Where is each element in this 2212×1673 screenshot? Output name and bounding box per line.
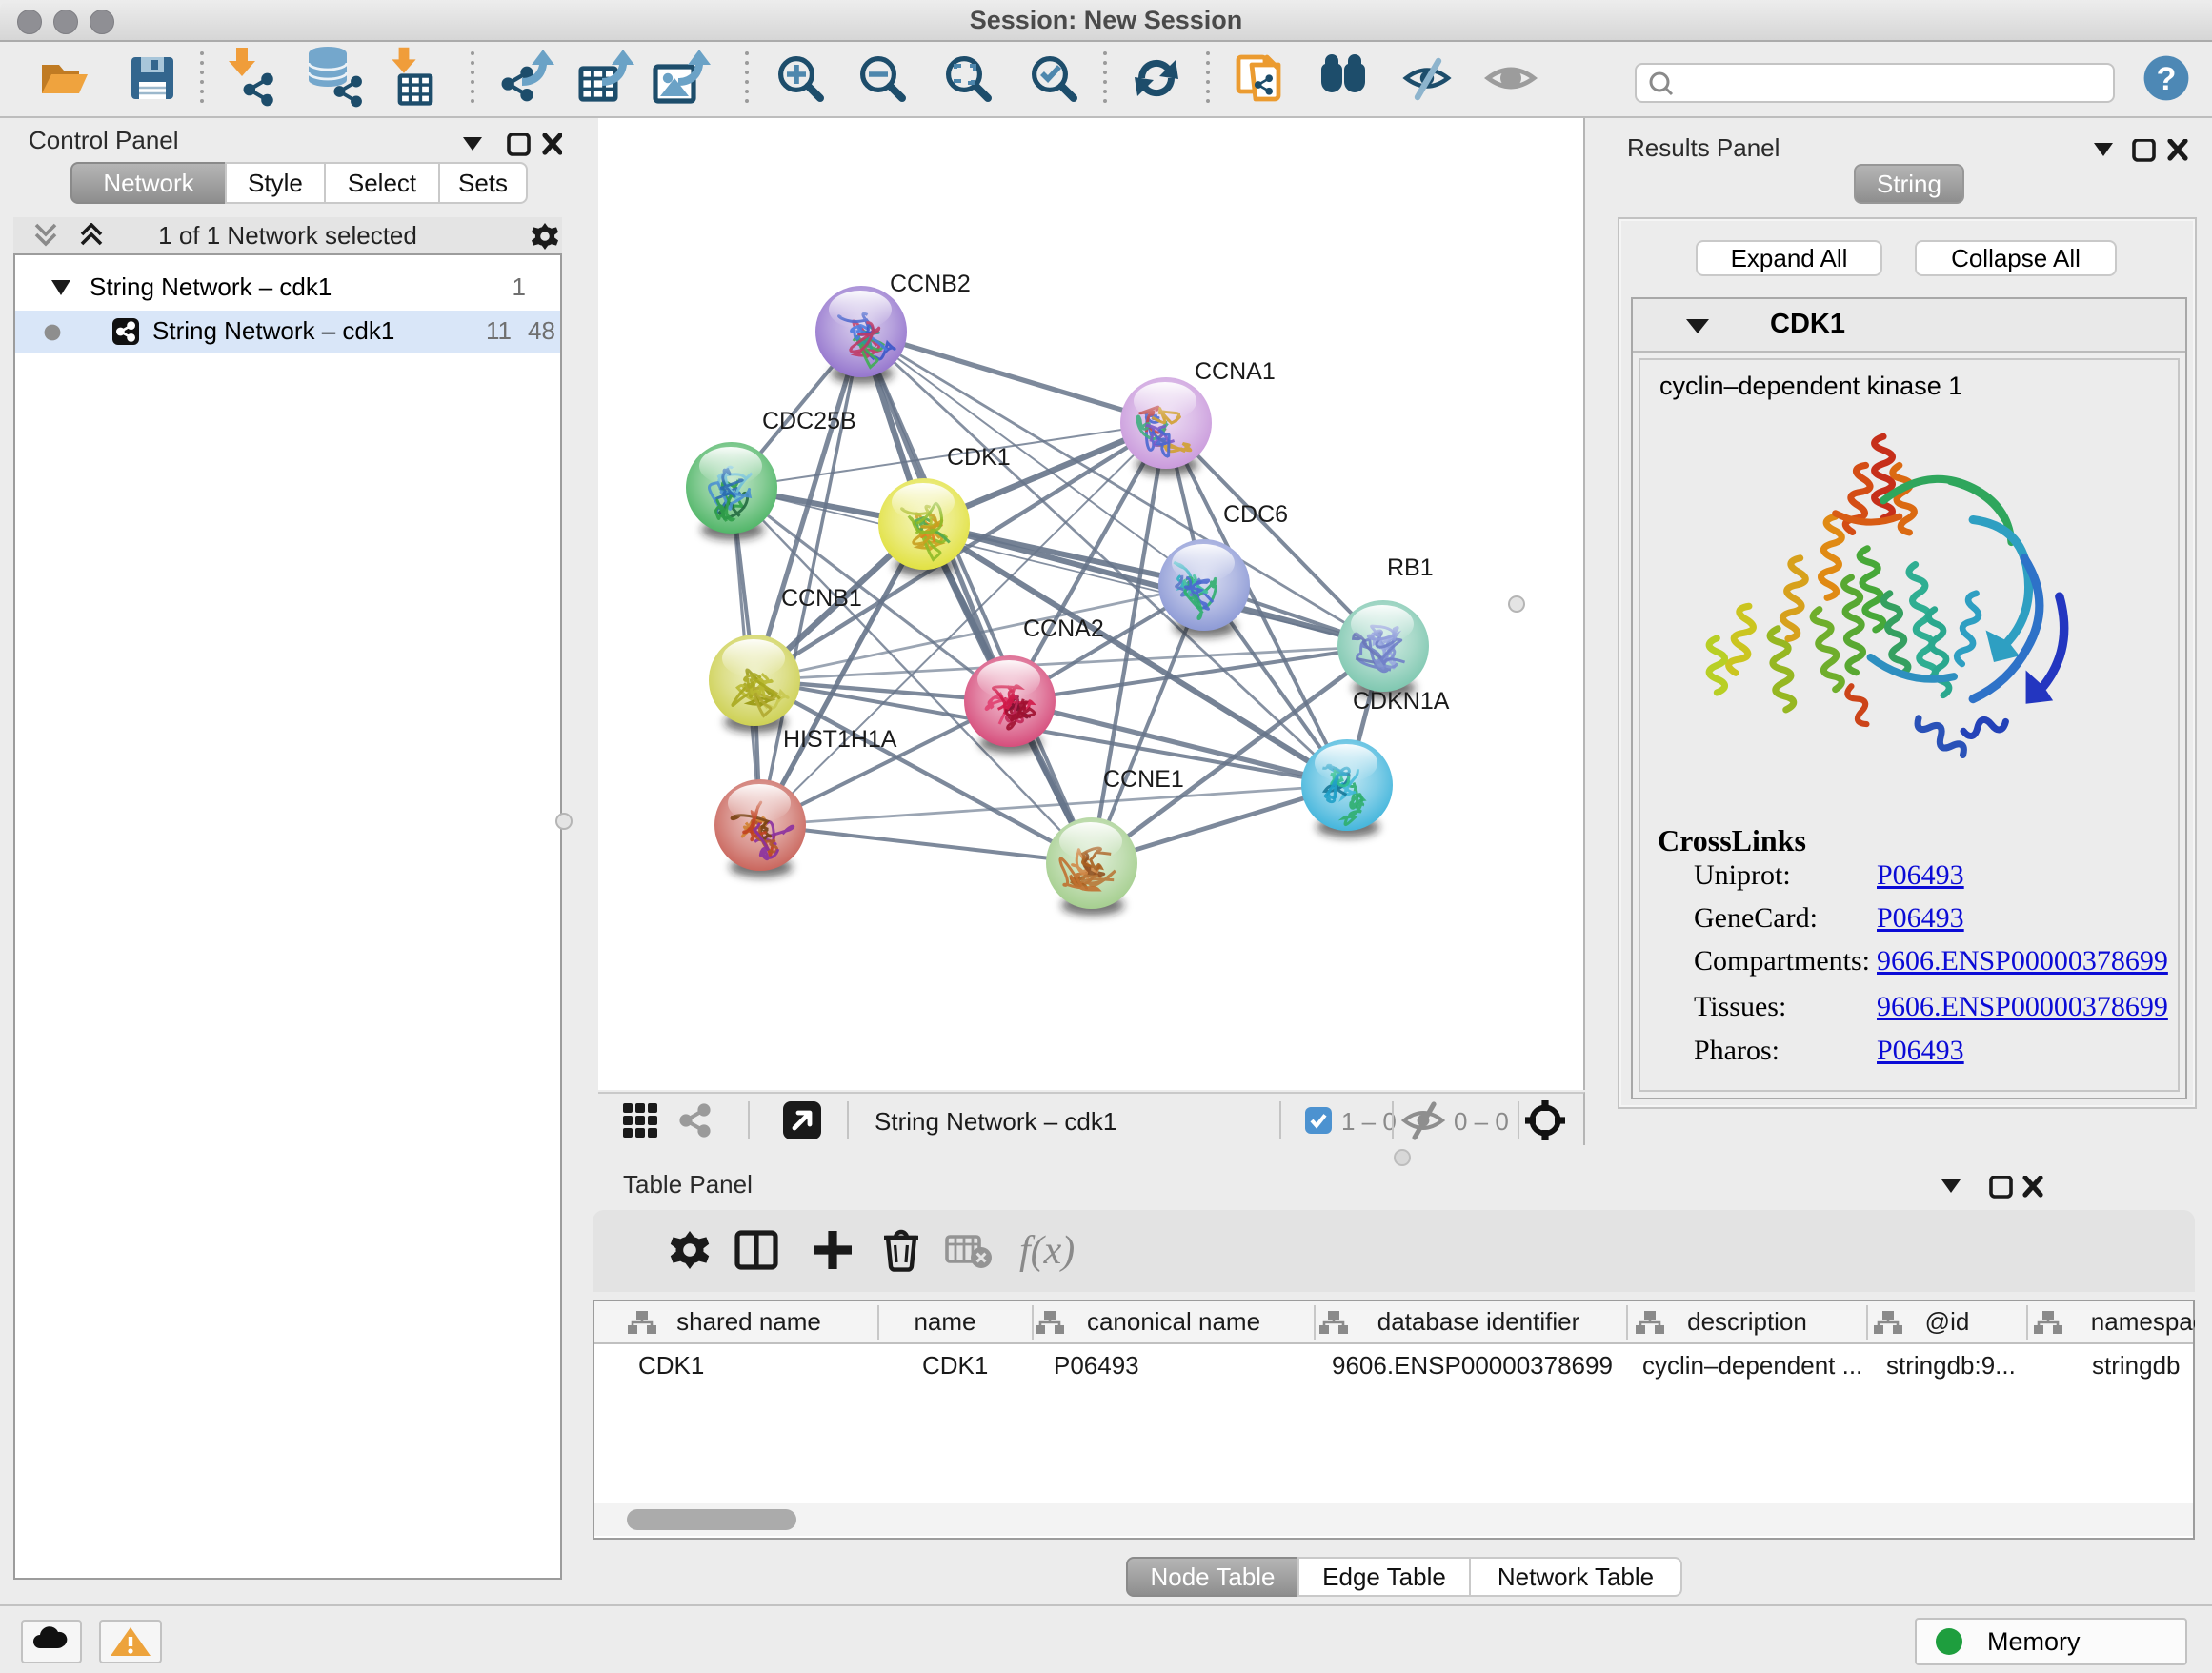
svg-text:database identifier: database identifier bbox=[1377, 1307, 1580, 1336]
svg-text:description: description bbox=[1687, 1307, 1807, 1336]
svg-text:@id: @id bbox=[1925, 1307, 1970, 1336]
svg-text:CCNB1: CCNB1 bbox=[781, 585, 862, 612]
svg-text:canonical name: canonical name bbox=[1087, 1307, 1260, 1336]
svg-text:CCNE1: CCNE1 bbox=[1103, 766, 1184, 793]
svg-text:?: ? bbox=[2157, 61, 2177, 97]
svg-text:0 – 0: 0 – 0 bbox=[1454, 1107, 1509, 1136]
svg-text:9606.ENSP00000378699: 9606.ENSP00000378699 bbox=[1332, 1351, 1613, 1380]
svg-text:CDKN1A: CDKN1A bbox=[1353, 688, 1450, 715]
svg-text:CDC25B: CDC25B bbox=[762, 408, 856, 434]
svg-text:String Network – cdk1: String Network – cdk1 bbox=[875, 1107, 1116, 1136]
svg-text:name: name bbox=[914, 1307, 975, 1336]
svg-text:P06493: P06493 bbox=[1054, 1351, 1139, 1380]
svg-text:CCNB2: CCNB2 bbox=[890, 271, 971, 297]
svg-text:CDC6: CDC6 bbox=[1223, 501, 1288, 528]
svg-text:CCNA2: CCNA2 bbox=[1023, 615, 1104, 642]
svg-text:f(x): f(x) bbox=[1019, 1229, 1075, 1273]
svg-text:CCNA1: CCNA1 bbox=[1195, 358, 1276, 385]
svg-text:stringdb:9...: stringdb:9... bbox=[1886, 1351, 2016, 1380]
svg-text:CDK1: CDK1 bbox=[947, 444, 1011, 471]
svg-text:1 – 0: 1 – 0 bbox=[1341, 1107, 1397, 1136]
svg-text:cyclin–dependent ...: cyclin–dependent ... bbox=[1642, 1351, 1862, 1380]
svg-text:RB1: RB1 bbox=[1387, 554, 1434, 581]
svg-text:namespace: namespace bbox=[2091, 1307, 2195, 1336]
svg-text:stringdb: stringdb bbox=[2092, 1351, 2181, 1380]
svg-text:CDK1: CDK1 bbox=[922, 1351, 988, 1380]
svg-text:HIST1H1A: HIST1H1A bbox=[783, 726, 897, 753]
svg-text:CDK1: CDK1 bbox=[638, 1351, 704, 1380]
svg-text:shared name: shared name bbox=[676, 1307, 821, 1336]
